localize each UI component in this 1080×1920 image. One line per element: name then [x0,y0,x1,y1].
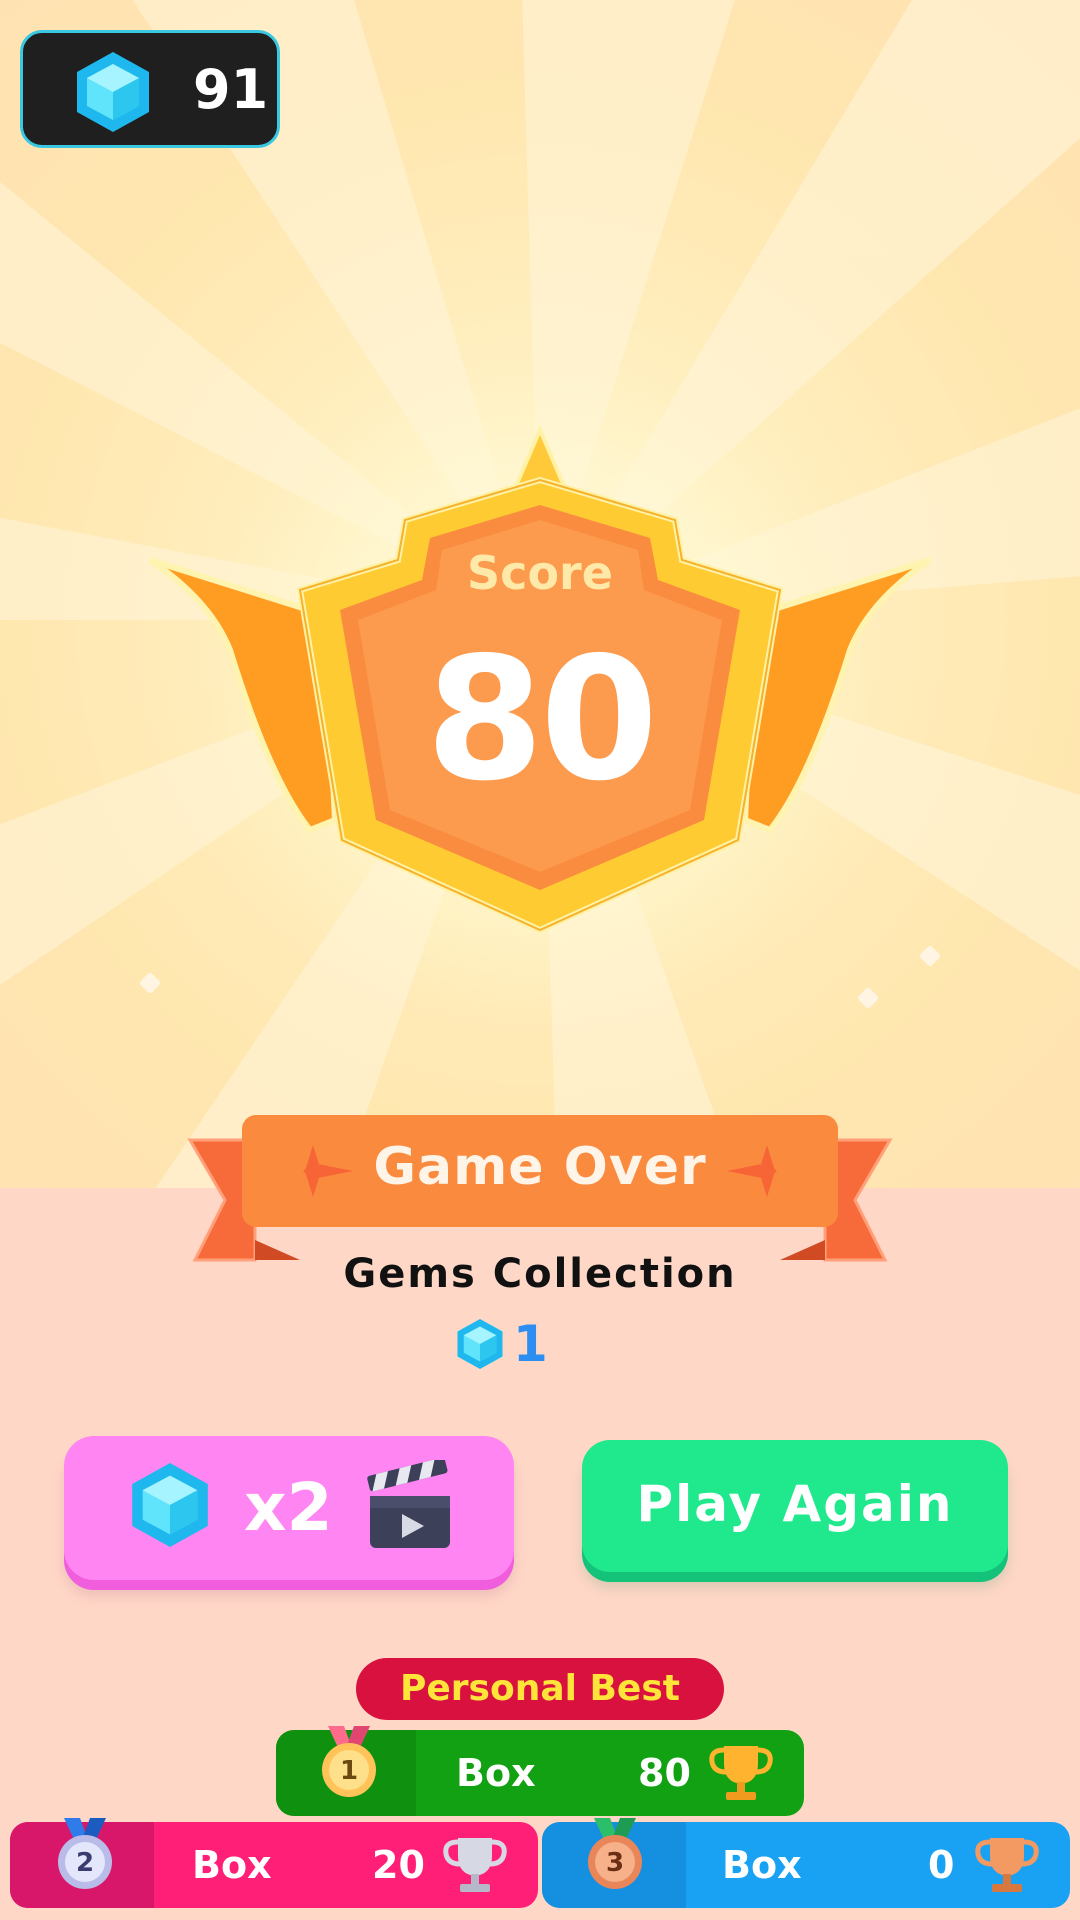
entry-score: 20 [372,1843,425,1887]
medal-icon: 3 [588,1818,642,1889]
medal-icon: 1 [322,1726,376,1797]
entry-name: Box [722,1843,802,1887]
score-value: 80 [425,621,659,819]
leaderboard-entry-second: 2 Box 20 [10,1818,538,1908]
entry-score: 0 [928,1843,955,1887]
gem-icon [77,52,149,132]
score-label: Score [467,546,613,600]
svg-text:2: 2 [76,1848,94,1878]
svg-text:3: 3 [606,1848,624,1878]
gem-count: 91 [193,58,269,121]
trophy-icon [975,1838,1039,1892]
leaderboard-entry-first: 1 Box 80 [276,1726,804,1816]
gems-collected-value: 1 [513,1315,548,1373]
trophy-icon [443,1838,507,1892]
gems-collection-title: Gems Collection [343,1251,737,1297]
svg-text:1: 1 [340,1756,358,1786]
medal-icon: 2 [58,1818,112,1889]
play-again-button[interactable]: Play Again [582,1440,1008,1572]
gem-counter: 91 [20,30,280,148]
game-over-title: Game Over [373,1137,707,1197]
entry-score: 80 [638,1751,691,1795]
personal-best-title: Personal Best [356,1658,724,1720]
entry-name: Box [456,1751,536,1795]
trophy-icon [709,1746,773,1800]
gem-icon [457,1319,503,1369]
double-multiplier-label: x2 [244,1469,333,1546]
double-gems-ad-button[interactable]: x2 [64,1436,514,1580]
leaderboard-entry-third: 3 Box 0 [542,1818,1070,1908]
gems-collected: 1 [455,1315,655,1375]
clapperboard-icon [367,1460,450,1548]
entry-name: Box [192,1843,272,1887]
gem-icon [132,1463,208,1547]
